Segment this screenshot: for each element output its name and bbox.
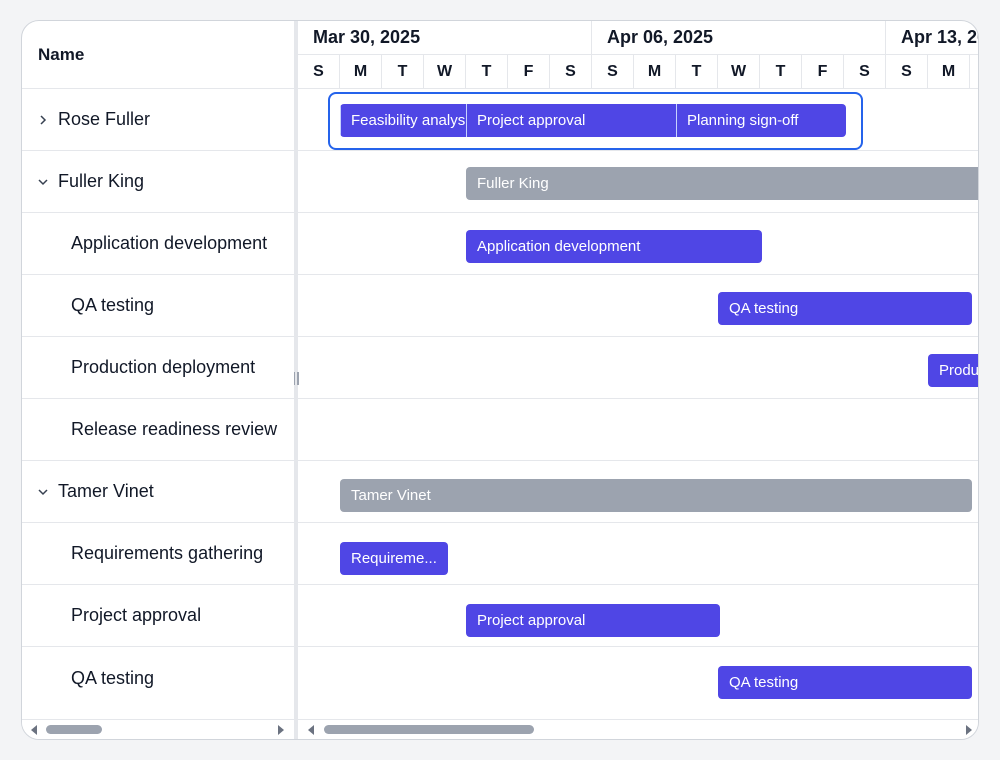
grid-horizontal-scrollbar[interactable] (22, 719, 294, 739)
timeline-chart: Mar 30, 2025 Apr 06, 2025 Apr 13, 2025 S… (298, 21, 978, 739)
grid-row-tamer-vinet[interactable]: Tamer Vinet (22, 461, 294, 523)
week-header: Mar 30, 2025 (298, 21, 592, 55)
grid-row-label: QA testing (71, 295, 155, 315)
scroll-left-arrow-icon[interactable] (31, 725, 37, 735)
day-header: M (928, 55, 970, 89)
day-header: T (466, 55, 508, 89)
taskbar-application-development[interactable]: Application development (466, 230, 762, 263)
grid-row-project-approval[interactable]: Project approval (22, 585, 294, 647)
grid-row-rose-fuller[interactable]: Rose Fuller (22, 89, 294, 151)
grid-row-production-deployment[interactable]: Production deployment (22, 337, 294, 399)
taskbar-project-approval[interactable]: Project approval (466, 104, 676, 137)
day-header: F (802, 55, 844, 89)
day-header: M (634, 55, 676, 89)
name-column-header[interactable]: Name (22, 21, 294, 89)
summary-bar-fuller-king[interactable]: Fuller King (466, 167, 978, 200)
rose-fuller-rollup-bar[interactable]: Feasibility analysis Project approval Pl… (340, 104, 846, 137)
taskbar-production-deployment[interactable]: Production deployment (928, 354, 978, 387)
taskbar-qa-testing[interactable]: QA testing (718, 666, 972, 699)
chart-horizontal-scrollbar[interactable] (298, 719, 978, 739)
scroll-left-arrow-icon[interactable] (308, 725, 314, 735)
grid-row-fuller-king[interactable]: Fuller King (22, 151, 294, 213)
grid-row-qa-testing[interactable]: QA testing (22, 647, 294, 709)
day-header: W (718, 55, 760, 89)
grid-row-label: Production deployment (71, 357, 256, 377)
day-header: T (760, 55, 802, 89)
summary-bar-tamer-vinet[interactable]: Tamer Vinet (340, 479, 972, 512)
grid-row-label: Rose Fuller (58, 109, 151, 129)
week-label: Mar 30, 2025 (313, 27, 421, 47)
day-header: S (844, 55, 886, 89)
grid-row-application-development[interactable]: Application development (22, 213, 294, 275)
grid-row-requirements-gathering[interactable]: Requirements gathering (22, 523, 294, 585)
week-label: Apr 13, 2025 (901, 27, 978, 47)
chart-row (298, 337, 978, 399)
chevron-down-icon[interactable] (36, 485, 50, 499)
chevron-down-icon[interactable] (36, 175, 50, 189)
grid-row-label: Project approval (71, 605, 202, 625)
taskbar-project-approval[interactable]: Project approval (466, 604, 720, 637)
grid-row-label: Fuller King (58, 171, 145, 191)
week-label: Apr 06, 2025 (607, 27, 714, 47)
grid-row-label: Requirements gathering (71, 543, 264, 563)
chart-row (298, 399, 978, 461)
grid-row-label: Application development (71, 233, 268, 253)
day-header: T (970, 55, 978, 89)
grid-row-qa-testing[interactable]: QA testing (22, 275, 294, 337)
day-header: W (424, 55, 466, 89)
grid-row-label: Release readiness review (71, 419, 278, 439)
scroll-right-arrow-icon[interactable] (966, 725, 972, 735)
day-header: M (340, 55, 382, 89)
day-header: S (592, 55, 634, 89)
grid-row-label: QA testing (71, 667, 155, 688)
grid-row-release-readiness-review[interactable]: Release readiness review (22, 399, 294, 461)
week-header: Apr 13, 2025 (886, 21, 978, 55)
day-header: S (298, 55, 340, 89)
taskbar-requirements-gathering[interactable]: Requireme... (340, 542, 448, 575)
name-column-label: Name (38, 44, 85, 64)
week-header: Apr 06, 2025 (592, 21, 886, 55)
taskbar-feasibility-analysis[interactable]: Feasibility analysis (340, 104, 466, 137)
scroll-right-arrow-icon[interactable] (278, 725, 284, 735)
day-header: S (886, 55, 928, 89)
taskbar-planning-sign-off[interactable]: Planning sign-off (676, 104, 846, 137)
day-header: F (508, 55, 550, 89)
day-header: S (550, 55, 592, 89)
taskbar-qa-testing[interactable]: QA testing (718, 292, 972, 325)
chevron-right-icon[interactable] (36, 113, 50, 127)
grid-row-label: Tamer Vinet (58, 481, 154, 501)
task-grid: Name Rose Fuller Fuller King Application… (22, 21, 294, 739)
scrollbar-thumb[interactable] (324, 725, 534, 734)
gantt-chart: Name Rose Fuller Fuller King Application… (21, 20, 979, 740)
day-header: T (382, 55, 424, 89)
scrollbar-thumb[interactable] (46, 725, 102, 734)
day-header: T (676, 55, 718, 89)
